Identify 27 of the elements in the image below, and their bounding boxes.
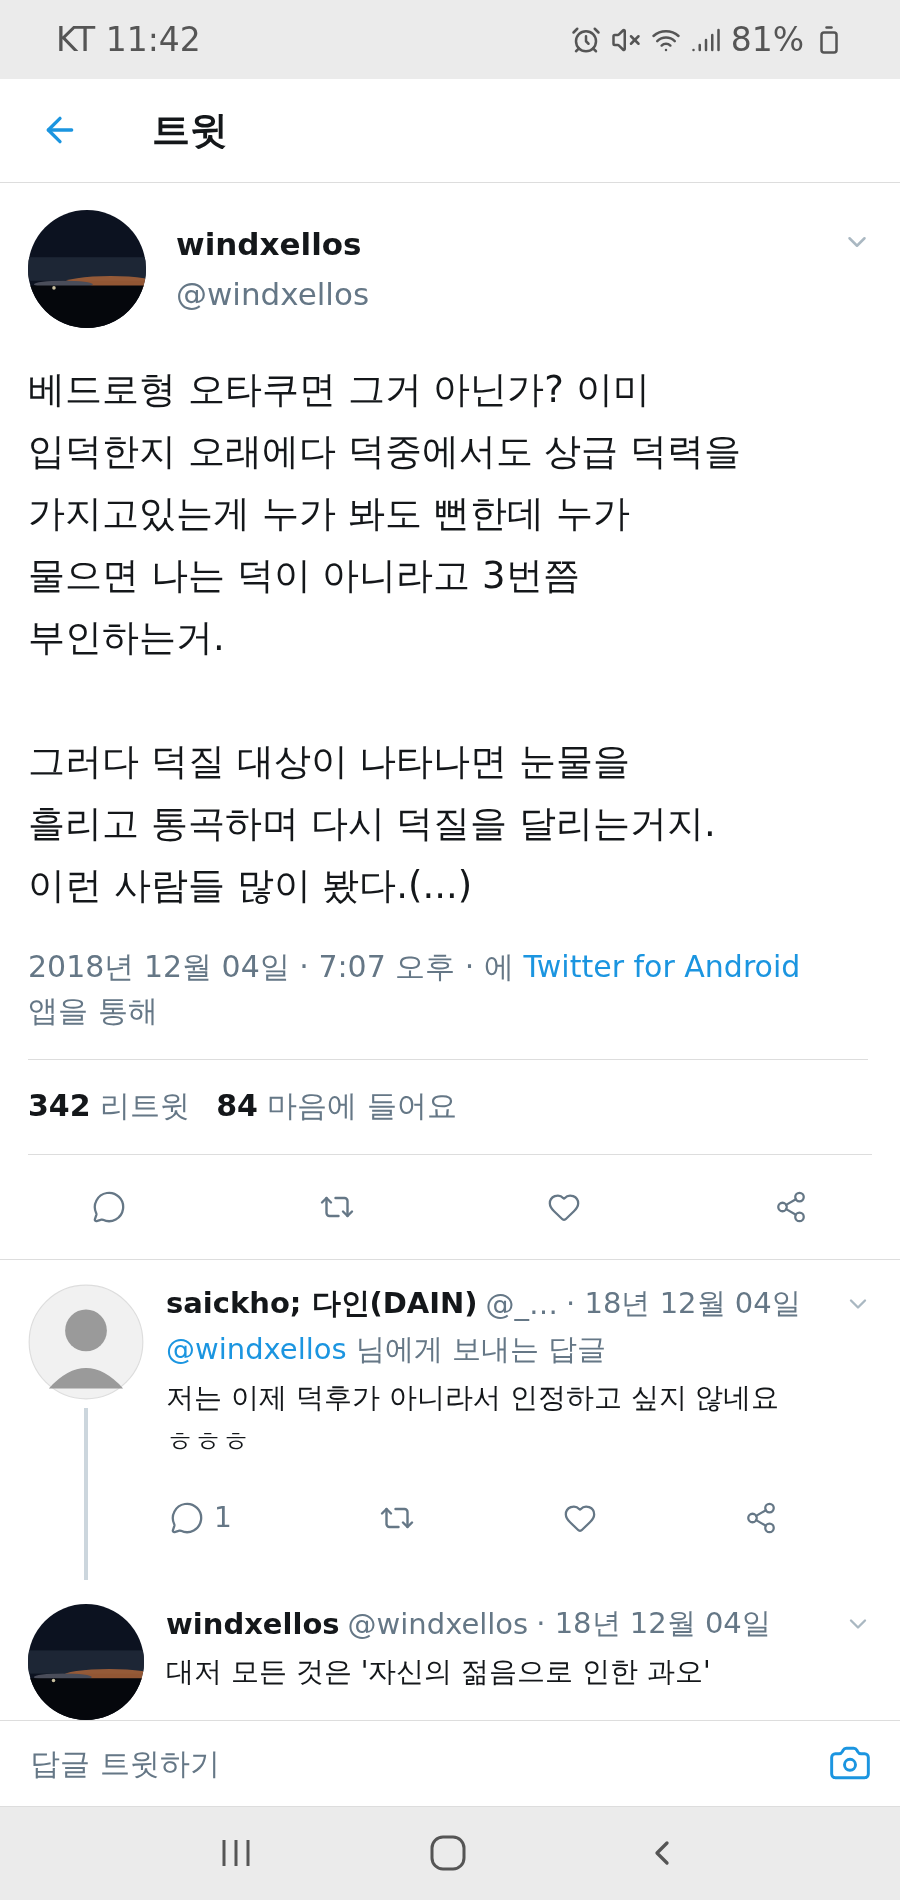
author-name: windxellos — [176, 225, 363, 262]
reply-button[interactable]: 1 — [166, 1495, 236, 1540]
reply-text: 저는 이제 덕후가 아니라서 인정하고 싶지 않네요 ㅎㅎㅎ — [166, 1379, 781, 1460]
author-handle: @windxellos — [176, 275, 371, 312]
reply-date: · 18년 12월 04일 — [566, 1284, 801, 1322]
reply-count: 1 — [214, 1501, 232, 1535]
reply-author-name: saickho; 다인(DAIN) — [166, 1284, 478, 1322]
reply-handle: @windxellos — [347, 1606, 529, 1641]
tweet-text: 그러다 덕질 대상이 나타나면 눈물을 흘리고 통곡하며 다시 덕질을 달리는거지. 이런 사람들 많이 봤다.(...) — [28, 738, 717, 909]
stat-count[interactable]: 84 마음에 들어요 — [216, 1086, 457, 1128]
home-button[interactable] — [429, 1834, 467, 1873]
stat-count[interactable]: 342 리트윗 — [28, 1086, 191, 1128]
page-title: 트윗 — [152, 106, 228, 154]
carrier-time: KT 11:42 — [56, 20, 201, 59]
reply-to-line: @windxellos 님에게 보내는 답글 — [166, 1330, 608, 1368]
mention-link[interactable]: @windxellos — [166, 1331, 347, 1366]
tweet-timestamp: 2018년 12월 04일 · 7:07 오후 · 에 Twitter for Android 앱을 통해 — [28, 944, 868, 1060]
reply-handle: @_… — [485, 1286, 559, 1321]
reply-author-name: windxellos — [166, 1606, 340, 1641]
source-link[interactable]: Twitter for Android — [523, 948, 801, 984]
reply-text: 대저 모든 것은 '자신의 젊음으로 인한 과오' — [166, 1653, 712, 1690]
speech-bubble-icon[interactable] — [170, 1500, 204, 1535]
avatar-icon — [28, 1283, 144, 1400]
reply-date: · 18년 12월 04일 — [536, 1604, 771, 1642]
tweet-text: 베드로형 오타쿠면 그거 아닌가? 이미 입덕한지 오래에다 덕중에서도 상급 덕력을 가지고있는게 누가 봐도 뻔한데 누가 물으면 나는 덕이 아니라고 3번쯤 부인하는거. — [28, 366, 743, 661]
alarm-icon — [570, 24, 601, 55]
battery-percent: 81% — [730, 20, 804, 59]
